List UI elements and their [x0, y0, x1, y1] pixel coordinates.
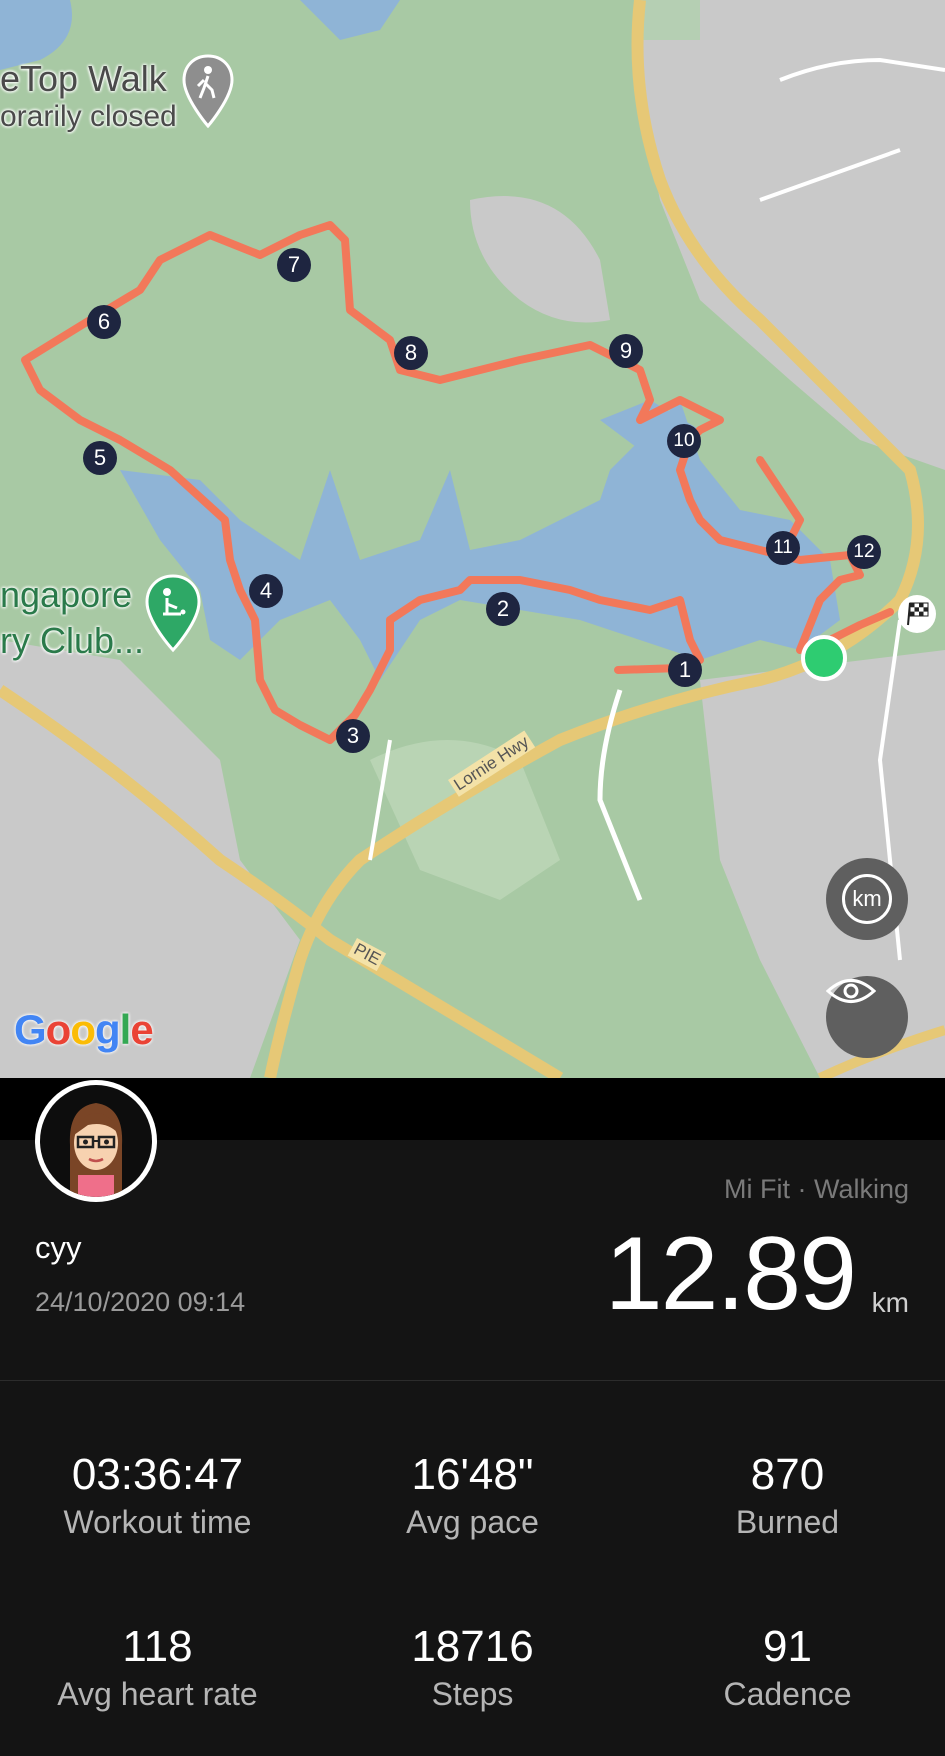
poi-treetop-walk-status: orarily closed: [0, 100, 177, 133]
km-marker-2[interactable]: 2: [486, 592, 520, 626]
km-marker-7[interactable]: 7: [277, 248, 311, 282]
stat-value: 03:36:47: [71, 1450, 244, 1499]
stat-avg-heart-rate: 118 Avg heart rate: [0, 1622, 315, 1713]
stat-value: 91: [763, 1622, 812, 1671]
distance-unit: km: [871, 1287, 909, 1318]
workout-distance: 12.89: [604, 1216, 857, 1332]
stat-cadence: 91 Cadence: [630, 1622, 945, 1713]
km-marker-4[interactable]: 4: [249, 574, 283, 608]
finish-flag-icon[interactable]: [898, 595, 936, 633]
stat-avg-pace: 16'48" Avg pace: [315, 1450, 630, 1541]
stat-label: Avg pace: [406, 1504, 539, 1540]
stat-label: Cadence: [723, 1676, 852, 1712]
stat-label: Workout time: [63, 1504, 252, 1540]
stat-label: Steps: [431, 1676, 514, 1712]
eye-icon: [826, 979, 876, 1003]
km-marker-8[interactable]: 8: [394, 336, 428, 370]
view-toggle-button[interactable]: [826, 976, 908, 1058]
stat-value: 18716: [411, 1622, 534, 1671]
poi-club-label[interactable]: ngapore: [0, 574, 132, 616]
user-name: cyy: [35, 1230, 82, 1265]
workout-datetime: 24/10/2020 09:14: [35, 1287, 246, 1317]
km-marker-10[interactable]: 10: [667, 424, 701, 458]
stat-label: Burned: [735, 1504, 840, 1540]
avatar-icon: [69, 1103, 123, 1197]
stat-burned: 870 Burned: [630, 1450, 945, 1541]
poi-treetop-walk-label[interactable]: eTop Walk: [0, 58, 167, 100]
km-marker-12[interactable]: 12: [847, 535, 881, 569]
km-marker-9[interactable]: 9: [609, 334, 643, 368]
stat-value: 16'48": [411, 1450, 534, 1499]
stat-label: Avg heart rate: [57, 1676, 258, 1712]
stat-value: 118: [122, 1622, 193, 1671]
km-marker-11[interactable]: 11: [766, 531, 800, 565]
km-marker-3[interactable]: 3: [336, 719, 370, 753]
route-map[interactable]: eTop Walk orarily closed ngapore ry Club…: [0, 0, 945, 1078]
km-marker-6[interactable]: 6: [87, 305, 121, 339]
map-canvas: [0, 0, 945, 1078]
poi-club-label-2: ry Club...: [0, 620, 145, 661]
stat-steps: 18716 Steps: [315, 1622, 630, 1713]
start-point-icon[interactable]: [801, 635, 847, 681]
km-marker-1[interactable]: 1: [668, 653, 702, 687]
workout-source: Mi Fit · Walking: [723, 1174, 909, 1204]
stat-workout-time: 03:36:47 Workout time: [0, 1450, 315, 1541]
stat-value: 870: [750, 1450, 825, 1499]
km-marker-5[interactable]: 5: [83, 441, 117, 475]
user-avatar[interactable]: [35, 1080, 157, 1202]
unit-toggle-button[interactable]: km: [826, 858, 908, 940]
google-attribution: Google: [14, 1006, 154, 1053]
divider: [0, 1380, 945, 1381]
unit-toggle-icon: km: [842, 874, 892, 924]
